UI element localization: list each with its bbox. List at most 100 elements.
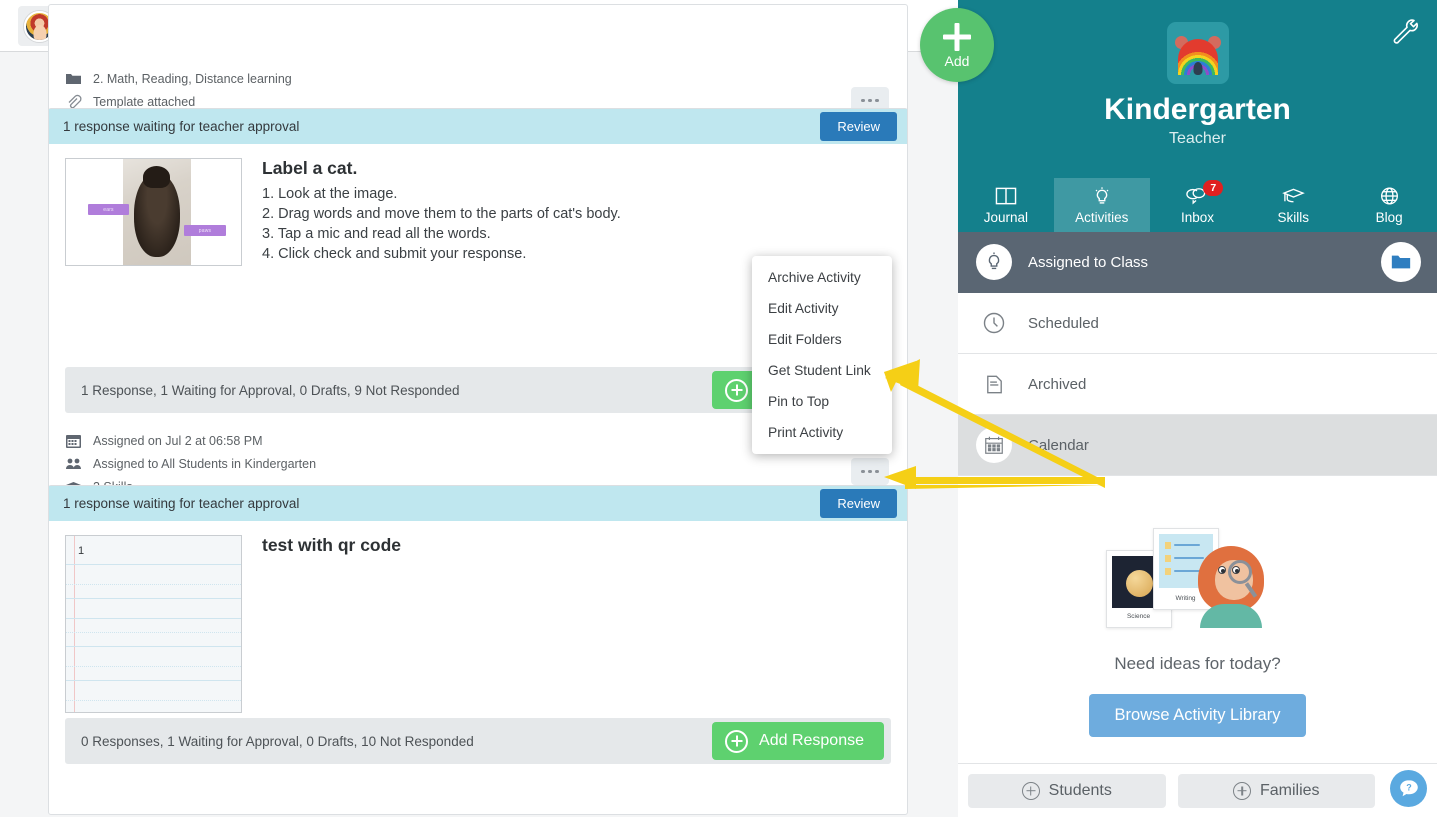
add-students-button[interactable]: Students <box>968 773 1166 808</box>
class-name: Kindergarten <box>1104 93 1291 126</box>
card-a-meta: 2. Math, Reading, Distance learning Temp… <box>65 67 292 113</box>
plus-icon <box>1232 781 1251 800</box>
tab-skills[interactable]: Skills <box>1245 178 1341 232</box>
sidebar-item-label: Archived <box>1028 375 1087 393</box>
activity-steps: 1. Look at the image. 2. Drag words and … <box>262 184 621 265</box>
empty-state-illustration: Science Writing <box>1098 520 1298 640</box>
sidebar-item-label: Assigned to Class <box>1028 253 1149 271</box>
approval-banner: 1 response waiting for teacher approval … <box>49 486 907 521</box>
plus-icon <box>725 729 749 753</box>
sidebar-nav-tabs: Journal Activities 7 Inbox Skills Blog <box>958 178 1437 232</box>
activity-step: 2. Drag words and move them to the parts… <box>262 206 621 223</box>
sidebar-list: Assigned to Class Scheduled Archived Cal… <box>958 232 1437 476</box>
tab-activities-label: Activities <box>1075 209 1129 225</box>
tab-journal-label: Journal <box>983 209 1029 225</box>
response-stats-text: 1 Response, 1 Waiting for Approval, 0 Dr… <box>81 382 460 398</box>
add-response-label: Add Response <box>759 732 864 749</box>
assigned-date-label: Assigned on Jul 2 at 06:58 PM <box>93 433 263 448</box>
tab-activities[interactable]: Activities <box>1053 178 1150 232</box>
class-role: Teacher <box>1169 130 1226 147</box>
svg-text:?: ? <box>1406 782 1412 792</box>
class-avatar <box>1166 22 1229 84</box>
thumbnail-photo <box>123 159 191 265</box>
add-button-label: Add <box>944 52 970 69</box>
activity-step: 1. Look at the image. <box>262 186 398 202</box>
menu-item-print-activity[interactable]: Print Activity <box>752 417 892 448</box>
help-button[interactable]: ? <box>1390 770 1427 807</box>
menu-item-edit-folders[interactable]: Edit Folders <box>752 324 892 355</box>
add-button[interactable]: Add <box>920 8 994 82</box>
students-icon <box>65 456 82 472</box>
empty-state-question: Need ideas for today? <box>1114 654 1281 673</box>
activity-text-block: Label a cat. 1. Look at the image. 2. Dr… <box>262 158 621 266</box>
sidebar-item-label: Scheduled <box>1028 314 1099 332</box>
girl-illustration <box>1194 546 1272 628</box>
tab-inbox-label: Inbox <box>1180 209 1214 225</box>
cat-image <box>134 166 180 257</box>
magnifier-icon <box>1227 560 1252 584</box>
rainbow-icon <box>1177 39 1218 75</box>
activity-thumbnail[interactable]: ears paws <box>65 158 242 266</box>
inbox-badge: 7 <box>1203 180 1224 196</box>
sidebar-item-assigned-to-class[interactable]: Assigned to Class <box>958 232 1437 293</box>
activity-text-block: test with qr code <box>262 535 401 713</box>
sidebar-item-calendar[interactable]: Calendar <box>958 415 1437 476</box>
add-families-button[interactable]: Families <box>1177 773 1375 808</box>
tab-blog[interactable]: Blog <box>1341 178 1437 232</box>
empty-state: Science Writing Need ideas for today? Br… <box>958 476 1437 737</box>
response-stats-text: 0 Responses, 1 Waiting for Approval, 0 D… <box>81 733 474 749</box>
plus-icon <box>1021 781 1040 800</box>
archive-icon <box>976 366 1012 402</box>
browse-activity-library-button[interactable]: Browse Activity Library <box>1088 694 1307 737</box>
activity-thumbnail[interactable]: 1 <box>65 535 242 713</box>
globe-icon <box>1376 186 1402 208</box>
sidebar-header: Kindergarten Teacher <box>958 0 1437 178</box>
assigned-to-label: Assigned to All Students in Kindergarten <box>93 456 317 471</box>
meta-row: Assigned to All Students in Kindergarten <box>65 452 316 475</box>
activity-options-dropdown[interactable]: Archive Activity Edit Activity Edit Fold… <box>752 256 892 454</box>
sidebar-item-label: Calendar <box>1028 436 1089 454</box>
activity-title: Label a cat. <box>262 158 358 178</box>
plus-icon <box>725 378 749 402</box>
sidebar-item-scheduled[interactable]: Scheduled <box>958 293 1437 354</box>
tab-journal[interactable]: Journal <box>958 178 1054 232</box>
wrench-icon[interactable] <box>1389 16 1419 46</box>
activity-step: 4. Click check and submit your response. <box>262 246 527 263</box>
folder-icon <box>65 71 82 87</box>
graduation-icon <box>1280 186 1306 208</box>
tab-blog-label: Blog <box>1375 209 1403 225</box>
sidebar-item-archived[interactable]: Archived <box>958 354 1437 415</box>
lightbulb-icon <box>1089 186 1115 208</box>
menu-item-archive-activity[interactable]: Archive Activity <box>752 262 892 293</box>
tab-skills-label: Skills <box>1277 209 1310 225</box>
approval-banner-text: 1 response waiting for teacher approval <box>63 119 300 134</box>
families-label: Families <box>1259 781 1320 799</box>
sidebar-footer: Students Families <box>958 763 1437 817</box>
tab-inbox[interactable]: 7 Inbox <box>1150 178 1246 232</box>
page-number: 1 <box>78 545 85 557</box>
menu-item-get-student-link[interactable]: Get Student Link <box>752 355 892 386</box>
menu-item-edit-activity[interactable]: Edit Activity <box>752 293 892 324</box>
response-stats-bar: 0 Responses, 1 Waiting for Approval, 0 D… <box>65 718 891 764</box>
add-response-button[interactable]: Add Response <box>712 722 884 760</box>
book-icon <box>993 186 1019 208</box>
review-button[interactable]: Review <box>820 489 897 518</box>
meta-row: Assigned on Jul 2 at 06:58 PM <box>65 429 316 452</box>
right-sidebar: Kindergarten Teacher Journal Activities <box>958 0 1437 817</box>
folder-button[interactable] <box>1381 242 1421 282</box>
activity-step: 3. Tap a mic and read all the words. <box>262 226 491 243</box>
review-button[interactable]: Review <box>820 112 897 141</box>
card-b-more-options-button[interactable] <box>851 458 889 485</box>
meta-row: 2. Math, Reading, Distance learning <box>65 67 292 90</box>
approval-banner: 1 response waiting for teacher approval … <box>49 109 907 144</box>
menu-item-pin-to-top[interactable]: Pin to Top <box>752 386 892 417</box>
lightbulb-icon <box>976 244 1012 280</box>
activity-title: test with qr code <box>262 535 402 555</box>
plus-icon <box>942 22 972 52</box>
calendar-icon <box>65 433 82 449</box>
card-a-template-label: Template attached <box>93 94 196 109</box>
app-root: CrazyCharizma Teacher - 1 Class 11 Activ… <box>0 0 1437 817</box>
activity-card: 2. Math, Reading, Distance learning Temp… <box>48 4 908 120</box>
clock-icon <box>976 305 1012 341</box>
approval-banner-text: 1 response waiting for teacher approval <box>63 496 300 511</box>
